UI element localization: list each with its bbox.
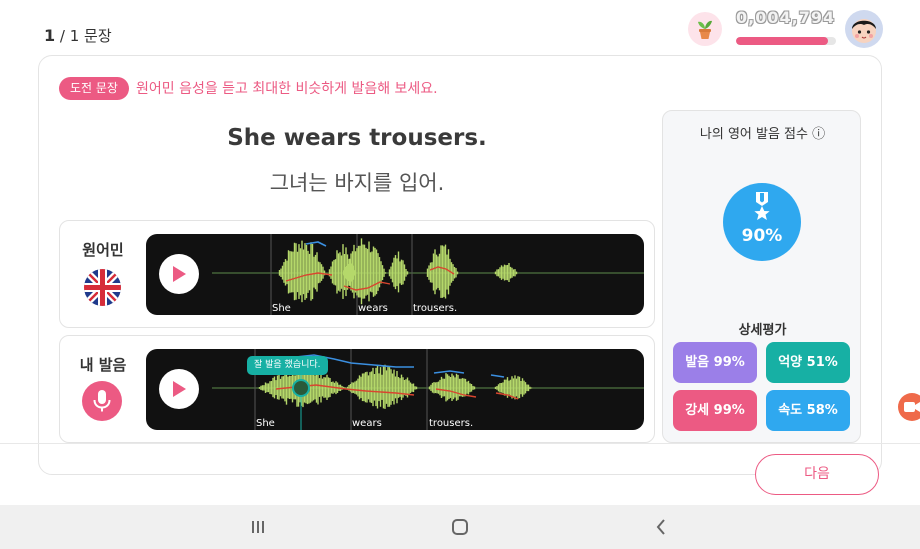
bottom-divider (0, 443, 920, 444)
instruction-text: 원어민 음성을 듣고 최대한 비슷하게 발음해 보세요. (136, 81, 438, 97)
chip-stress: 강세 99% (673, 390, 757, 431)
progress-total: / 1 문장 (55, 27, 112, 45)
score-title[interactable]: 나의 영어 발음 점수 ⓘ (663, 123, 862, 142)
native-label: 원어민 (82, 241, 124, 259)
next-button[interactable]: 다음 (755, 454, 879, 495)
system-navigation-bar (0, 505, 920, 549)
native-word-1: She (272, 303, 291, 314)
score-panel: 나의 영어 발음 점수 ⓘ 90% 상세평가 발음 99% 억양 51% 강세 … (662, 110, 861, 443)
native-waveform[interactable]: She wears trousers. (146, 234, 644, 315)
home-icon[interactable] (445, 513, 475, 541)
uk-flag-icon (84, 269, 121, 306)
recents-icon[interactable] (243, 513, 273, 541)
medal-icon: 90% (723, 183, 801, 261)
my-word-1: She (256, 418, 275, 429)
points-counter: 0,004,794 (736, 8, 836, 27)
plant-icon[interactable] (688, 12, 722, 46)
progress-current: 1 (44, 26, 56, 45)
my-voice-label: 내 발음 (79, 356, 127, 374)
play-icon (173, 381, 186, 397)
points-progress-bar (736, 37, 836, 45)
challenge-tag: 도전 문장 (59, 77, 129, 100)
my-waveform[interactable]: 잘 발음 했습니다. She wears trousers. (146, 349, 644, 430)
my-word-3: trousers. (429, 418, 474, 429)
my-voice-row: 내 발음 잘 발음 했습니다. She wears trousers. (59, 335, 655, 443)
sentence-progress: 1 / 1 문장 (44, 25, 112, 46)
chip-speed: 속도 58% (766, 390, 850, 431)
chip-pronunciation: 발음 99% (673, 342, 757, 383)
mic-icon[interactable] (82, 381, 122, 421)
sentence-english: She wears trousers. (227, 125, 487, 151)
overall-score: 90% (741, 226, 783, 246)
avatar-icon[interactable] (845, 10, 883, 48)
my-waveform-graph (212, 349, 644, 430)
native-play-button[interactable] (159, 254, 199, 294)
sentence-korean: 그녀는 바지를 입어. (269, 171, 445, 195)
native-word-2: wears (358, 303, 388, 314)
native-word-3: trousers. (413, 303, 458, 314)
play-icon (173, 266, 186, 282)
native-waveform-graph (212, 234, 644, 315)
video-call-icon[interactable] (898, 393, 920, 421)
points-progress-fill (736, 37, 828, 45)
back-icon[interactable] (646, 513, 676, 541)
my-play-button[interactable] (159, 369, 199, 409)
my-word-2: wears (352, 418, 382, 429)
detail-title: 상세평가 (738, 323, 787, 338)
chip-intonation: 억양 51% (766, 342, 850, 383)
feedback-tooltip: 잘 발음 했습니다. (247, 356, 328, 375)
native-voice-row: 원어민 She wears trousers. (59, 220, 655, 328)
